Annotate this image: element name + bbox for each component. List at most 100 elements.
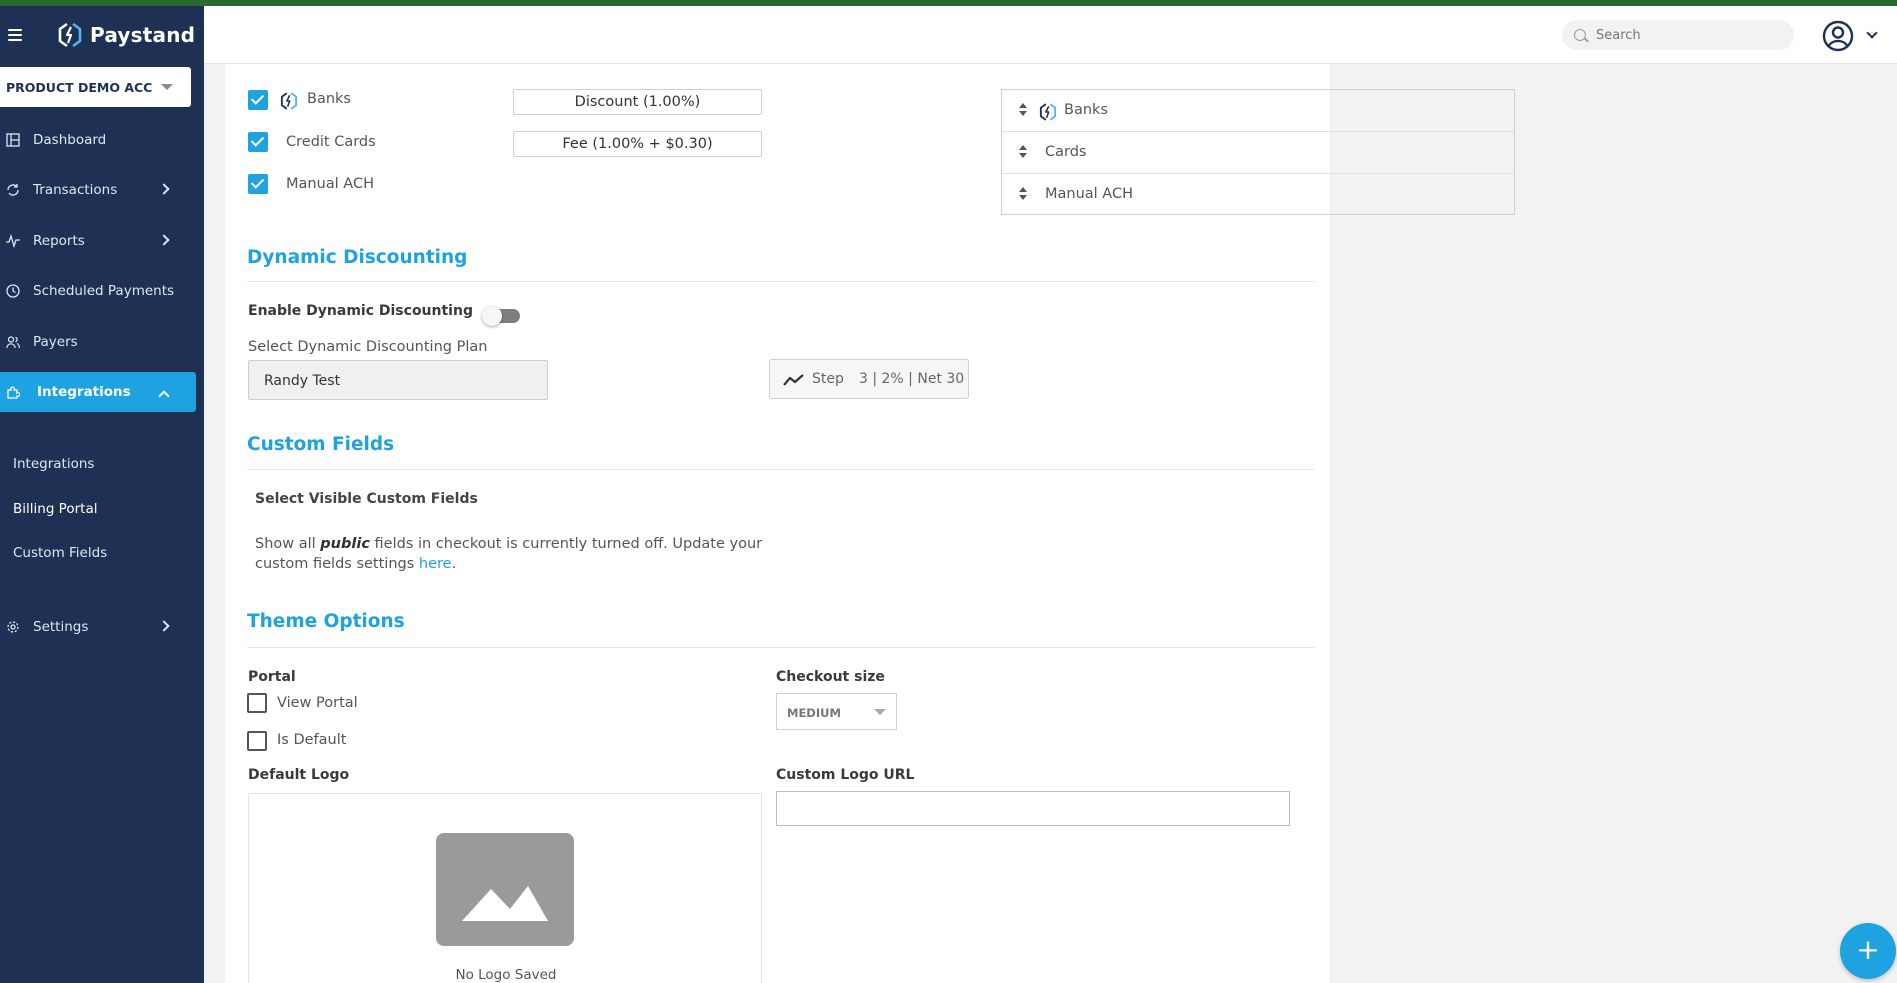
plan-select-label: Select Dynamic Discounting Plan bbox=[248, 339, 488, 355]
payment-method-label: Manual ACH bbox=[286, 176, 374, 192]
brand-logo[interactable]: Paystand bbox=[56, 21, 195, 49]
plan-summary-badge: Step 3 | 2% | Net 30 bbox=[769, 359, 969, 399]
notice-emphasis: public bbox=[320, 536, 370, 552]
sidebar-item-payers[interactable]: Payers bbox=[0, 322, 204, 362]
dynamic-discounting-toggle[interactable] bbox=[482, 306, 520, 326]
gear-icon bbox=[7, 621, 19, 633]
checkbox-credit-cards[interactable] bbox=[248, 132, 268, 152]
checkout-size-value: MEDIUM bbox=[787, 706, 841, 720]
paystand-logo-icon bbox=[280, 92, 298, 110]
sidebar-item-label: Dashboard bbox=[33, 132, 107, 148]
sidebar-item-label: Settings bbox=[33, 619, 89, 635]
chevron-right-icon bbox=[158, 620, 170, 632]
section-title-dynamic-discounting: Dynamic Discounting bbox=[247, 247, 468, 268]
people-icon bbox=[6, 336, 20, 349]
sidebar-item-label: Scheduled Payments bbox=[33, 283, 175, 299]
credit-cards-pricing: Fee (1.00% + $0.30) bbox=[513, 131, 762, 157]
checkbox-view-portal[interactable] bbox=[247, 693, 267, 713]
divider bbox=[247, 469, 1315, 470]
plan-detail: 3 | 2% | Net 30 bbox=[859, 371, 965, 387]
chevron-right-icon bbox=[158, 234, 170, 246]
sidebar-item-label: Transactions bbox=[33, 182, 118, 198]
pulse-icon bbox=[6, 234, 20, 248]
notice-text: Show all bbox=[255, 536, 321, 552]
toggle-knob bbox=[482, 306, 502, 326]
order-item-label: Manual ACH bbox=[1045, 186, 1133, 202]
sidebar-item-label: Reports bbox=[33, 233, 85, 249]
notice-text: . bbox=[451, 556, 457, 572]
chevron-down-icon bbox=[874, 709, 886, 715]
search-input[interactable] bbox=[1596, 27, 1776, 43]
is-default-label: Is Default bbox=[277, 732, 347, 748]
user-avatar-icon[interactable] bbox=[1822, 20, 1854, 52]
sort-icon[interactable] bbox=[1019, 187, 1027, 201]
paystand-logo-icon bbox=[58, 22, 82, 48]
add-button[interactable]: + bbox=[1840, 923, 1896, 979]
divider bbox=[247, 281, 1315, 282]
portal-label: Portal bbox=[248, 669, 296, 685]
sidebar-header: Paystand bbox=[0, 6, 204, 64]
checkbox-banks[interactable] bbox=[248, 90, 268, 110]
sidebar-item-settings[interactable]: Settings bbox=[0, 607, 204, 647]
divider bbox=[247, 647, 1315, 648]
puzzle-icon bbox=[7, 386, 20, 399]
billing-portal-settings-panel: Banks Discount (1.00%) Credit Cards Fee … bbox=[225, 64, 1515, 983]
checkout-size-label: Checkout size bbox=[776, 669, 885, 685]
default-logo-preview: No Logo Saved bbox=[248, 793, 762, 983]
payment-method-label: Banks bbox=[307, 91, 351, 107]
order-item-cards[interactable]: Cards bbox=[1002, 132, 1514, 174]
sidebar-subitem-integrations[interactable]: Integrations bbox=[13, 456, 94, 472]
sidebar-item-integrations[interactable]: Integrations bbox=[0, 372, 196, 412]
section-title-theme-options: Theme Options bbox=[247, 611, 405, 632]
discounting-plan-select[interactable]: Randy Test bbox=[248, 360, 548, 400]
payment-method-label: Credit Cards bbox=[286, 134, 376, 150]
brand-name: Paystand bbox=[90, 23, 196, 47]
paystand-logo-icon bbox=[1039, 103, 1057, 121]
image-placeholder-icon bbox=[436, 833, 574, 946]
sync-icon bbox=[7, 184, 19, 196]
custom-fields-subtitle: Select Visible Custom Fields bbox=[255, 491, 478, 507]
sidebar-subitem-custom-fields[interactable]: Custom Fields bbox=[13, 545, 107, 561]
custom-logo-url-label: Custom Logo URL bbox=[776, 767, 915, 783]
clock-icon bbox=[6, 284, 20, 298]
search-box[interactable] bbox=[1562, 20, 1794, 50]
dashboard-icon bbox=[6, 133, 20, 147]
custom-fields-notice: Show all public fields in checkout is cu… bbox=[255, 534, 815, 574]
checkbox-is-default[interactable] bbox=[247, 731, 267, 751]
default-logo-label: Default Logo bbox=[248, 767, 350, 783]
sidebar-item-transactions[interactable]: Transactions bbox=[0, 170, 204, 210]
custom-logo-url-input[interactable] bbox=[776, 791, 1290, 826]
no-logo-text: No Logo Saved bbox=[455, 967, 557, 983]
trend-line-icon bbox=[783, 374, 804, 386]
sidebar-item-label: Payers bbox=[33, 334, 78, 350]
sidebar-item-reports[interactable]: Reports bbox=[0, 221, 204, 261]
account-name: PRODUCT DEMO ACC bbox=[6, 79, 153, 95]
view-portal-label: View Portal bbox=[277, 695, 358, 711]
sidebar-item-dashboard[interactable]: Dashboard bbox=[0, 120, 204, 160]
chevron-down-icon[interactable] bbox=[1866, 27, 1878, 39]
sort-icon[interactable] bbox=[1019, 145, 1027, 159]
chevron-up-icon bbox=[158, 390, 170, 402]
mountain-icon bbox=[462, 886, 548, 921]
top-bar bbox=[204, 6, 1897, 64]
section-title-custom-fields: Custom Fields bbox=[247, 434, 395, 455]
order-item-label: Cards bbox=[1045, 144, 1087, 160]
chevron-right-icon bbox=[158, 183, 170, 195]
order-item-banks[interactable]: Banks bbox=[1002, 90, 1514, 132]
chevron-down-icon bbox=[161, 84, 173, 90]
menu-icon[interactable] bbox=[8, 29, 22, 41]
search-icon bbox=[1574, 29, 1586, 41]
payment-method-order-list: Banks Cards Manual ACH bbox=[1001, 89, 1515, 215]
checkout-size-select[interactable]: MEDIUM bbox=[776, 693, 897, 730]
banks-pricing: Discount (1.00%) bbox=[513, 89, 762, 115]
checkbox-manual-ach[interactable] bbox=[248, 174, 268, 194]
sidebar-subitem-billing-portal[interactable]: Billing Portal bbox=[13, 501, 97, 517]
plan-type: Step bbox=[812, 371, 844, 387]
sidebar-item-scheduled-payments[interactable]: Scheduled Payments bbox=[0, 271, 204, 311]
sort-icon[interactable] bbox=[1019, 103, 1027, 117]
order-item-label: Banks bbox=[1064, 102, 1108, 118]
custom-fields-settings-link[interactable]: here bbox=[419, 556, 452, 572]
sidebar: Paystand PRODUCT DEMO ACC Dashboard Tran… bbox=[0, 6, 204, 983]
order-item-manual-ach[interactable]: Manual ACH bbox=[1002, 174, 1514, 216]
account-selector[interactable]: PRODUCT DEMO ACC bbox=[0, 67, 191, 107]
